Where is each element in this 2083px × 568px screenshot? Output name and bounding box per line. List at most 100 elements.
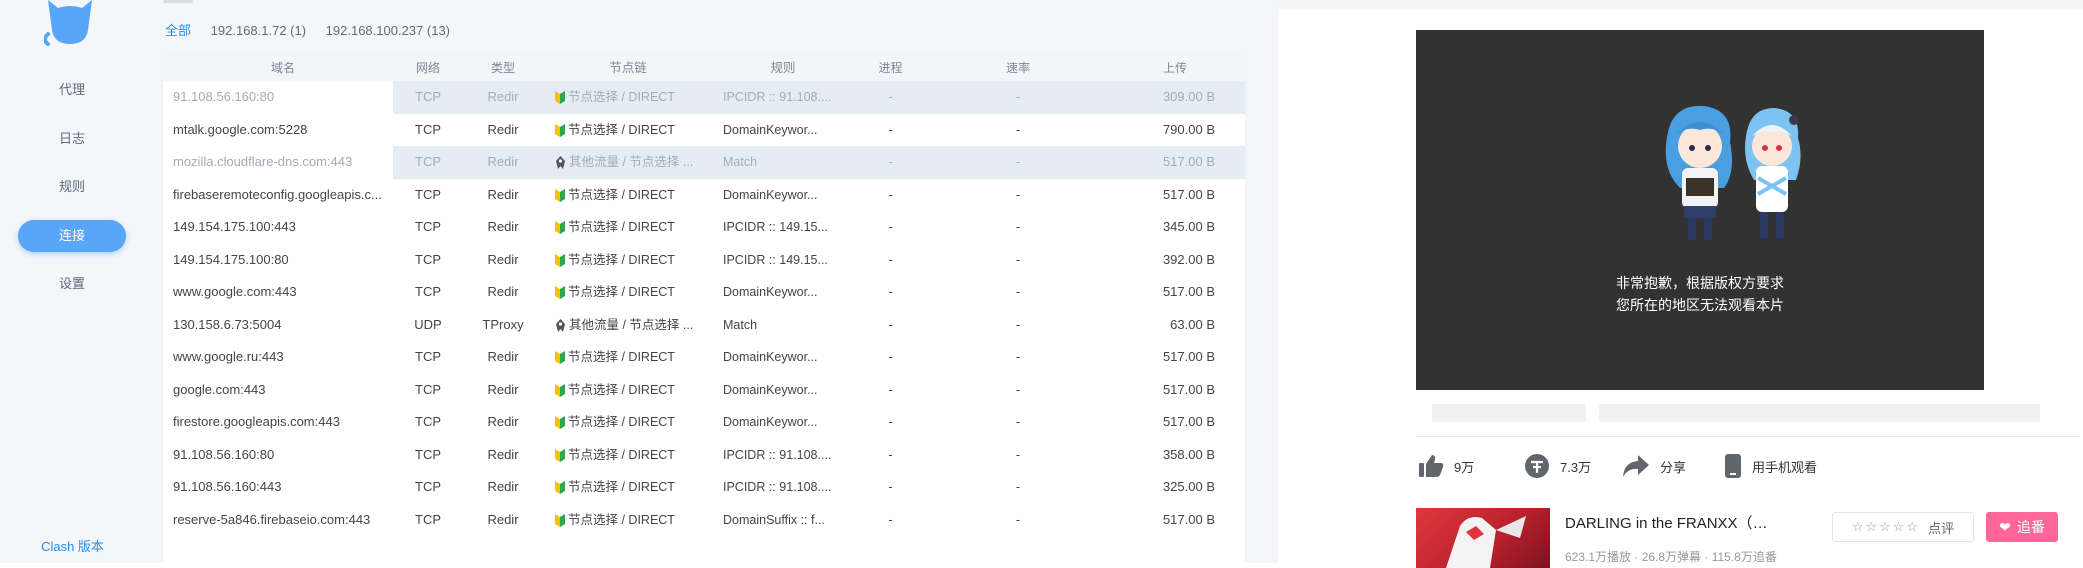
cell-host: 91.108.56.160:80: [173, 89, 275, 104]
cell-host: 91.108.56.160:443: [173, 479, 282, 494]
cell-chain-text: 节点选择 / DIRECT: [568, 415, 675, 429]
header-strip: [1278, 0, 2083, 9]
anime-title[interactable]: DARLING in the FRANXX（僵限...: [1565, 512, 1775, 533]
cell-process: -: [888, 219, 893, 234]
cell-process: -: [888, 381, 893, 397]
cell-host: mozilla.cloudflare-dns.com:443: [173, 154, 353, 169]
sidebar-item-proxy[interactable]: 代理: [18, 74, 126, 106]
header-chain[interactable]: 节点链: [543, 55, 713, 81]
cell-upload: 325.00 B: [1162, 479, 1215, 494]
cell-upload: 63.00 B: [1170, 316, 1215, 332]
anime-stats: 623.1万播放 · 26.8万弹幕 · 115.8万追番: [1565, 550, 1777, 564]
header-type[interactable]: 类型: [463, 55, 543, 81]
cell-chain-text: 其他流量 / 节点选择 ...: [569, 155, 694, 169]
coin-button[interactable]: 7.3万: [1524, 454, 1591, 478]
cell-network: TCP: [415, 284, 441, 299]
sidebar-item-settings[interactable]: 设置: [18, 268, 126, 300]
cell-upload: 309.00 B: [1108, 81, 1245, 114]
table-row[interactable]: 149.154.175.100:443 TCP Redir 节点选择 / DIRECT…: [163, 211, 1245, 244]
filter-device-2[interactable]: 192.168.100.237 (13): [326, 23, 450, 38]
header-process[interactable]: 进程: [853, 55, 928, 81]
sidebar-item-logs[interactable]: 日志: [18, 123, 126, 155]
coin-count: 7.3万: [1560, 459, 1592, 475]
share-button[interactable]: 分享: [1622, 454, 1686, 478]
star-rating-icon: ☆☆☆☆☆: [1851, 519, 1921, 534]
table-row[interactable]: mozilla.cloudflare-dns.com:443 TCP Redir 其他…: [163, 146, 1245, 179]
beginner-leaf-icon: [555, 416, 565, 430]
cell-type: Redir: [487, 479, 519, 494]
table-row[interactable]: google.com:443 TCP Redir 节点选择 / DIRECT Domai…: [163, 374, 1245, 407]
table-row[interactable]: 91.108.56.160:443 TCP Redir 节点选择 / DIRECT IP…: [163, 471, 1245, 504]
tab-indicator: [163, 0, 193, 3]
cell-chain-text: 节点选择 / DIRECT: [568, 512, 675, 527]
cell-chain-text: 节点选择 / DIRECT: [568, 220, 675, 234]
cell-speed: -: [928, 146, 1108, 179]
cell-network: TCP: [393, 81, 463, 114]
cell-type: Redir: [487, 186, 519, 202]
table-row[interactable]: www.google.com:443 TCP Redir 节点选择 / DIRECT D…: [163, 276, 1245, 309]
divider: [1416, 436, 2080, 437]
filter-device-1[interactable]: 192.168.1.72 (1): [211, 23, 306, 38]
anime-thumbnail[interactable]: [1416, 508, 1550, 568]
cell-chain-text: 其他流量 / 节点选择 ...: [569, 317, 694, 332]
table-row[interactable]: firestore.googleapis.com:443 TCP Redir 节点选择…: [163, 406, 1245, 439]
rate-label: 点评: [1928, 520, 1955, 536]
table-row[interactable]: mtalk.google.com:5228 TCP Redir 节点选择 / DIRE…: [163, 114, 1245, 147]
table-row[interactable]: 130.158.6.73:5004 UDP TProxy 其他流量 / 节点选择 ..…: [163, 309, 1245, 342]
cell-chain-text: 节点选择 / DIRECT: [568, 480, 675, 494]
cell-rule: DomainKeywor...: [723, 350, 818, 364]
cell-speed: -: [1015, 381, 1021, 397]
header-host[interactable]: 域名: [163, 55, 393, 81]
sidebar-item-connections[interactable]: 连接: [18, 220, 126, 252]
cell-speed: -: [1015, 186, 1021, 202]
cell-process: -: [853, 146, 928, 179]
table-row[interactable]: 149.154.175.100:80 TCP Redir 节点选择 / DIRECT I…: [163, 244, 1245, 277]
cell-upload: 392.00 B: [1162, 251, 1215, 267]
cell-host: google.com:443: [173, 381, 266, 397]
table-row[interactable]: firebaseremoteconfig.googleapis.c... TCP R…: [163, 179, 1245, 212]
cell-type: Redir: [487, 121, 519, 137]
cell-chain: 节点选择 / DIRECT: [543, 244, 713, 277]
cell-speed: -: [1015, 511, 1021, 527]
cell-network: TCP: [415, 186, 441, 202]
other-traffic-icon: [556, 156, 565, 170]
table-row[interactable]: 91.108.56.160:80 TCP Redir 节点选择 / DIRECT IPC…: [163, 81, 1245, 114]
clash-version-link[interactable]: Clash 版本: [0, 536, 145, 555]
beginner-leaf-icon: [555, 481, 565, 495]
sidebar-item-rules[interactable]: 规则: [18, 171, 126, 203]
watch-on-phone-button[interactable]: 用手机观看: [1724, 454, 1817, 478]
cell-rule: DomainKeywor...: [723, 382, 818, 397]
cell-process: -: [888, 414, 893, 429]
filter-all[interactable]: 全部: [165, 23, 191, 38]
follow-button[interactable]: ❤ 追番: [1986, 512, 2058, 542]
like-button[interactable]: 9万: [1418, 454, 1474, 478]
cell-host: 149.154.175.100:443: [173, 219, 296, 234]
table-row[interactable]: reserve-5a846.firebaseio.com:443 TCP Redir…: [163, 504, 1245, 537]
cell-type: Redir: [487, 511, 519, 527]
cell-rule: IPCIDR :: 149.15...: [723, 220, 828, 234]
table-row[interactable]: www.google.ru:443 TCP Redir 节点选择 / DIRECT Do…: [163, 341, 1245, 374]
rate-button[interactable]: ☆☆☆☆☆ 点评: [1832, 512, 1974, 542]
cell-process: -: [888, 186, 893, 202]
cell-rule: DomainKeywor...: [723, 415, 818, 429]
cell-chain-text: 节点选择 / DIRECT: [568, 382, 675, 397]
clash-cat-logo: [44, 0, 92, 46]
header-rule[interactable]: 规则: [713, 55, 853, 81]
cell-chain: 节点选择 / DIRECT: [543, 211, 713, 244]
header-upload[interactable]: 上传: [1108, 55, 1245, 81]
cell-chain-text: 节点选择 / DIRECT: [568, 350, 675, 364]
beginner-leaf-icon: [555, 91, 565, 105]
cell-chain: 节点选择 / DIRECT: [543, 276, 713, 309]
cell-speed: -: [1015, 414, 1021, 429]
cell-network: TCP: [415, 381, 441, 397]
cell-host: firestore.googleapis.com:443: [173, 414, 340, 429]
header-speed[interactable]: 速率: [928, 55, 1108, 81]
cell-process: -: [853, 81, 928, 114]
table-body: 91.108.56.160:80 TCP Redir 节点选择 / DIRECT IPC…: [163, 81, 1245, 536]
table-row[interactable]: 91.108.56.160:80 TCP Redir 节点选择 / DIRECT IPC…: [163, 439, 1245, 472]
video-player[interactable]: 非常抱歉，根据版权方要求 您所在的地区无法观看本片: [1416, 30, 1984, 390]
cell-rule: IPCIDR :: 91.108....: [723, 447, 832, 462]
header-network[interactable]: 网络: [393, 55, 463, 81]
cell-network: TCP: [393, 146, 463, 179]
beginner-leaf-icon: [555, 253, 565, 267]
